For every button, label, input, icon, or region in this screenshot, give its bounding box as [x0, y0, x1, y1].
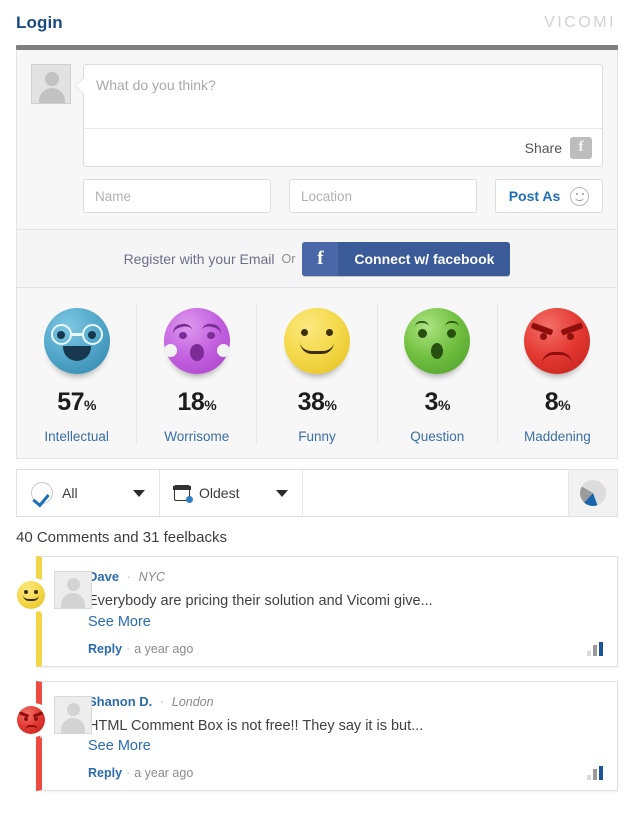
connect-facebook-label: Connect w/ facebook [354, 250, 495, 267]
emotion-percent: 18% [177, 388, 217, 416]
composer-fields: Post As [83, 179, 603, 213]
worrisome-face-icon [163, 308, 230, 374]
comment-composer: Share f Post As [16, 50, 618, 230]
emotion-question[interactable]: 3% Question [376, 304, 497, 444]
emotion-percent: 8% [544, 388, 571, 416]
comment-meta: Dave · NYC [88, 569, 603, 584]
filter-dropdown[interactable]: All [17, 470, 160, 516]
chevron-down-icon [276, 489, 288, 497]
avatar-head-shape [45, 72, 59, 86]
comment-stats-bar-chart-icon[interactable] [587, 641, 603, 656]
comment-footer: Reply · a year ago [88, 766, 603, 781]
emotion-maddening[interactable]: 8% Maddening [496, 304, 617, 444]
emotion-label: Intellectual [44, 429, 109, 444]
register-email-link[interactable]: Register with your Email [124, 251, 275, 267]
location-input[interactable] [289, 179, 477, 213]
toolbar-spacer [303, 470, 569, 516]
pie-chart-icon [580, 480, 606, 506]
see-more-link[interactable]: See More [88, 614, 603, 630]
emotion-worrisome[interactable]: 18% Worrisome [136, 304, 256, 444]
reply-link[interactable]: Reply [88, 642, 122, 656]
commenter-location: NYC [138, 570, 166, 584]
comment-input[interactable] [84, 65, 602, 123]
avatar-body-shape [39, 88, 65, 103]
widget-header: Login VICOMI [0, 0, 634, 45]
comment-emotion-badge-maddening [14, 702, 56, 741]
vicomi-logo: VICOMI [544, 13, 616, 31]
comment-emotion-badge-funny [14, 578, 56, 616]
post-as-button[interactable]: Post As [495, 179, 603, 213]
emotion-stats-bar: 57% Intellectual 18% Worrisome 38% Funny [16, 288, 618, 459]
intellectual-face-icon [43, 308, 110, 374]
comment-text: HTML Comment Box is not free!! They say … [88, 717, 424, 734]
register-strip: Register with your Email Or f Connect w/… [16, 230, 618, 288]
facebook-share-icon[interactable]: f [570, 136, 592, 159]
name-input[interactable] [83, 179, 271, 213]
reply-link[interactable]: Reply [88, 766, 122, 780]
comment-timestamp: a year ago [134, 766, 194, 781]
calendar-icon [173, 485, 193, 503]
emotion-label: Funny [298, 429, 336, 444]
check-icon [31, 482, 53, 504]
sort-label: Oldest [199, 485, 240, 501]
comments-toolbar: All Oldest [16, 469, 618, 517]
question-face-icon [404, 308, 471, 374]
comment-item: Dave · NYC Everybody are pricing their s… [14, 556, 618, 667]
comment-counts: 40 Comments and 31 feelbacks [16, 529, 227, 546]
emotion-percent: 57% [57, 388, 96, 416]
commenter-name[interactable]: Dave [88, 569, 119, 584]
connect-facebook-button[interactable]: f Connect w/ facebook [302, 241, 511, 276]
sort-dropdown[interactable]: Oldest [160, 470, 303, 516]
emotion-label: Worrisome [164, 429, 230, 444]
emotion-intellectual[interactable]: 57% Intellectual [17, 304, 136, 444]
commenter-avatar [54, 695, 92, 734]
stats-pie-button[interactable] [569, 470, 617, 516]
see-more-link[interactable]: See More [88, 738, 603, 754]
commenter-location: London [171, 694, 214, 709]
composer-row: Share f [31, 64, 603, 167]
maddening-face-icon [524, 308, 591, 374]
maddening-face-icon [17, 705, 45, 734]
meta-separator: · [126, 569, 132, 584]
comment-item: Shanon D. · London HTML Comment Box is n… [14, 680, 618, 792]
comment-timestamp: a year ago [134, 641, 194, 656]
meta-separator: · [159, 693, 165, 709]
comment-text: Everybody are pricing their solution and… [88, 593, 433, 609]
share-label: Share [524, 139, 562, 156]
login-link[interactable]: Login [16, 13, 63, 33]
commenter-avatar [54, 571, 92, 609]
comment-card: Dave · NYC Everybody are pricing their s… [36, 556, 618, 667]
funny-face-icon [17, 581, 45, 609]
emotion-label: Maddening [524, 429, 591, 444]
post-as-label: Post As [508, 188, 561, 204]
meta-separator: · [126, 641, 131, 656]
composer-bubble: Share f [75, 64, 603, 167]
meta-separator: · [126, 766, 131, 781]
composer-footer: Share f [84, 128, 602, 166]
comment-card: Shanon D. · London HTML Comment Box is n… [36, 680, 618, 792]
comment-meta: Shanon D. · London [88, 694, 603, 709]
emotion-percent: 3% [424, 388, 451, 416]
commenter-name[interactable]: Shanon D. [88, 694, 152, 709]
user-avatar-placeholder [31, 64, 71, 104]
emotion-percent: 38% [297, 388, 337, 416]
facebook-icon: f [302, 241, 339, 276]
chevron-down-icon [133, 489, 145, 497]
comment-footer: Reply · a year ago [88, 641, 603, 656]
filter-label: All [62, 485, 78, 501]
emotion-label: Question [410, 429, 465, 444]
emotion-funny[interactable]: 38% Funny [256, 304, 376, 444]
or-label: Or [281, 251, 296, 266]
smiley-icon [570, 186, 590, 206]
vicomi-comment-widget: Login VICOMI Share f Post As [0, 0, 634, 830]
funny-face-icon [284, 308, 350, 374]
comment-stats-bar-chart-icon[interactable] [587, 766, 603, 781]
